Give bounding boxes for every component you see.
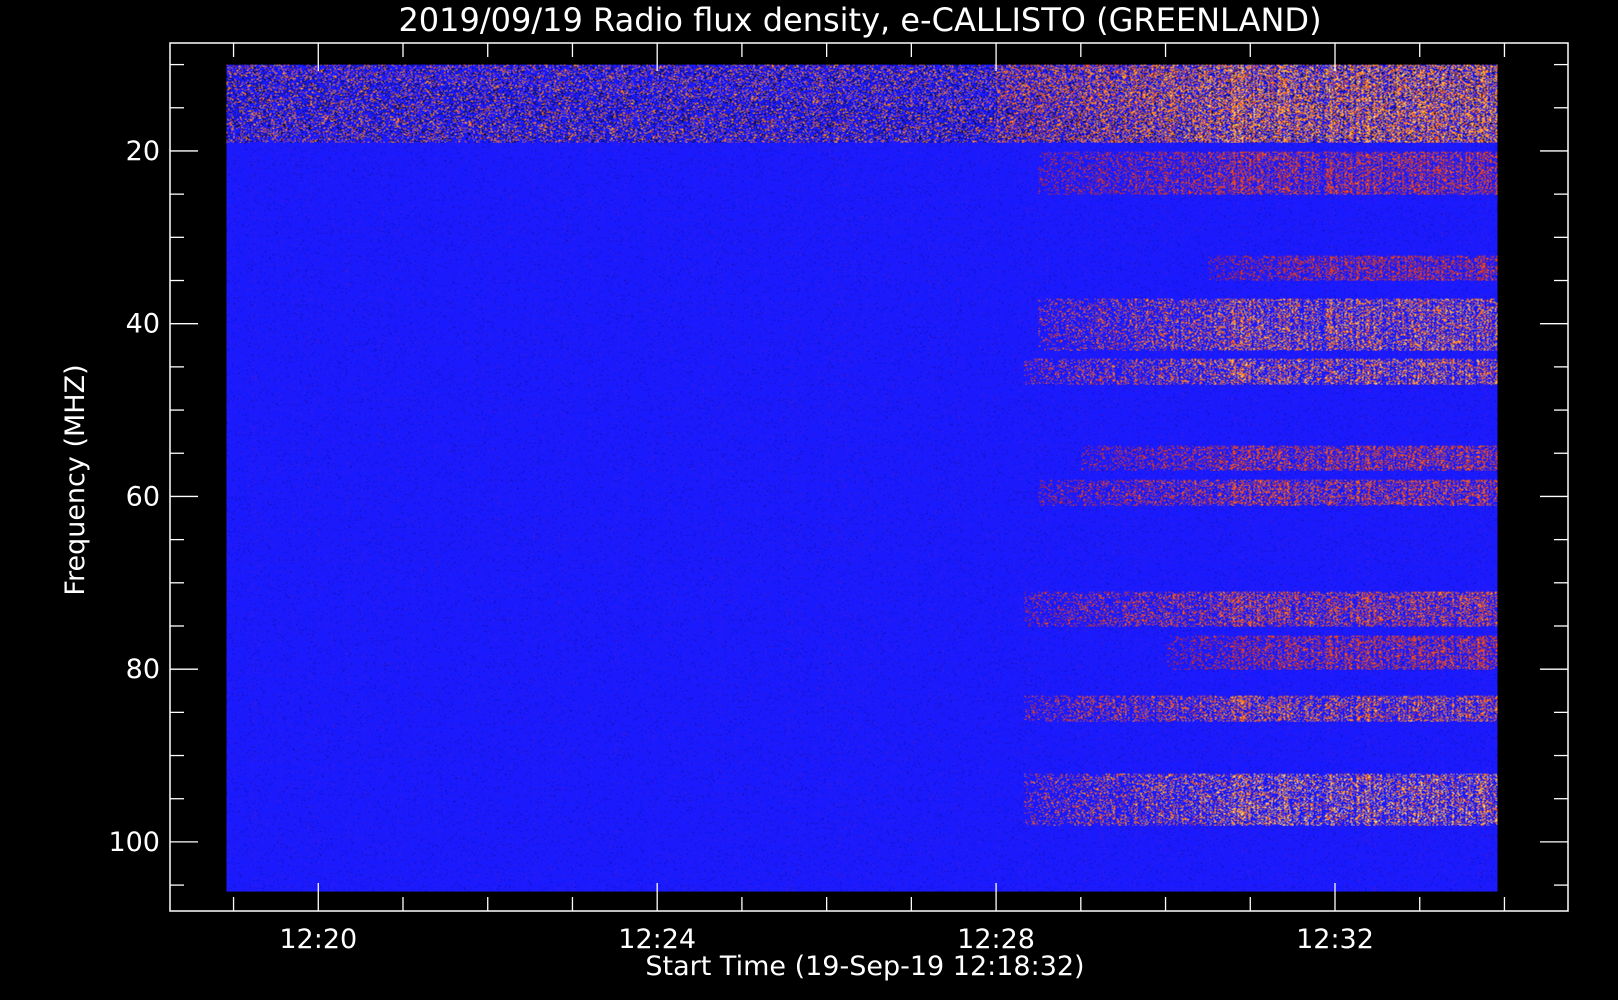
chart-title: 2019/09/19 Radio flux density, e-CALLIST… — [398, 1, 1321, 39]
x-tick-label: 12:24 — [618, 924, 696, 955]
x-tick-label: 12:28 — [957, 924, 1035, 955]
x-tick-label: 12:32 — [1296, 924, 1374, 955]
y-tick-label: 60 — [126, 481, 160, 512]
x-axis-label: Start Time (19-Sep-19 12:18:32) — [645, 951, 1084, 982]
spectrogram-figure: 2019/09/19 Radio flux density, e-CALLIST… — [0, 0, 1618, 1000]
y-axis-label: Frequency (MHZ) — [60, 364, 91, 595]
spectrogram-heatmap — [226, 64, 1498, 892]
y-tick-label: 40 — [126, 309, 160, 340]
y-tick-label: 100 — [108, 827, 160, 858]
y-tick-label: 80 — [126, 654, 160, 685]
y-tick-label: 20 — [126, 136, 160, 167]
x-tick-label: 12:20 — [279, 924, 357, 955]
spectrogram-image — [226, 64, 1498, 892]
